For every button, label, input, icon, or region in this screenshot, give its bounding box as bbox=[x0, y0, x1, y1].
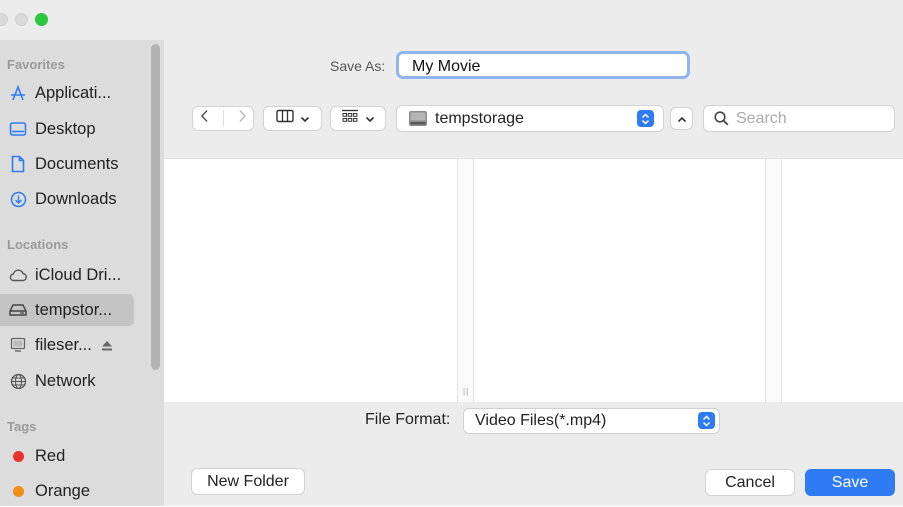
sidebar-item-label: Desktop bbox=[35, 119, 96, 138]
nav-divider bbox=[222, 110, 224, 127]
format-stepper-icon bbox=[698, 412, 715, 429]
sidebar-item-downloads[interactable]: Downloads bbox=[0, 183, 140, 215]
sidebar-item-label: iCloud Dri... bbox=[35, 265, 122, 284]
sidebar-item-label: Documents bbox=[35, 154, 119, 173]
file-format-label: File Format: bbox=[365, 411, 451, 428]
sidebar-tag-orange[interactable]: Orange bbox=[0, 475, 140, 507]
sidebar-item-label: fileser... bbox=[35, 335, 92, 354]
chevron-down-icon bbox=[300, 110, 310, 128]
red-tag-dot-icon bbox=[7, 450, 29, 462]
sidebar-item-label: Orange bbox=[35, 481, 91, 500]
sidebar-item-tempstorage[interactable]: tempstor... bbox=[0, 294, 134, 326]
save-as-field[interactable] bbox=[396, 51, 690, 79]
server-icon bbox=[7, 337, 29, 353]
sidebar-item-label: tempstor... bbox=[35, 300, 113, 319]
cancel-button[interactable]: Cancel bbox=[705, 469, 795, 496]
back-forward-buttons bbox=[192, 106, 254, 131]
locations-heading: Locations bbox=[7, 237, 69, 252]
search-field[interactable]: Search bbox=[703, 105, 895, 132]
downloads-icon bbox=[7, 191, 29, 208]
chevron-up-icon bbox=[677, 110, 687, 128]
file-browser[interactable]: || bbox=[164, 158, 903, 403]
back-chevron-icon[interactable] bbox=[200, 109, 210, 128]
drive-icon bbox=[7, 303, 29, 317]
sidebar-item-label: Network bbox=[35, 371, 96, 390]
location-stepper-icon bbox=[637, 110, 654, 127]
sidebar-item-fileserver[interactable]: fileser... bbox=[0, 329, 140, 361]
search-icon bbox=[714, 111, 729, 126]
sidebar-item-label: Downloads bbox=[35, 189, 117, 208]
group-grid-icon bbox=[341, 109, 359, 128]
search-placeholder: Search bbox=[736, 109, 787, 127]
file-format-value: Video Files(*.mp4) bbox=[475, 412, 607, 429]
orange-tag-dot-icon bbox=[7, 485, 29, 497]
zoom-window-button[interactable] bbox=[35, 13, 48, 26]
title-bar bbox=[0, 0, 903, 40]
group-button[interactable] bbox=[330, 106, 386, 131]
sidebar-tag-red[interactable]: Red bbox=[0, 440, 140, 472]
save-as-label: Save As: bbox=[330, 58, 386, 74]
forward-chevron-icon[interactable] bbox=[237, 109, 247, 128]
collapse-button[interactable] bbox=[670, 107, 693, 130]
columns-view-icon bbox=[275, 109, 294, 128]
resize-grip-icon: || bbox=[463, 387, 470, 396]
tags-heading: Tags bbox=[7, 419, 37, 434]
minimize-window-button[interactable] bbox=[15, 13, 28, 26]
save-button[interactable]: Save bbox=[805, 469, 895, 496]
sidebar-item-label: Applicati... bbox=[35, 83, 112, 102]
sidebar-scrollbar[interactable] bbox=[151, 44, 160, 370]
network-icon bbox=[7, 373, 29, 390]
sidebar-item-network[interactable]: Network bbox=[0, 365, 140, 397]
file-format-select[interactable]: Video Files(*.mp4) bbox=[463, 408, 720, 434]
location-label: tempstorage bbox=[435, 109, 524, 127]
location-popup[interactable]: tempstorage bbox=[396, 105, 664, 132]
documents-icon bbox=[7, 155, 29, 173]
chevron-down-icon bbox=[365, 110, 375, 128]
sidebar-item-label: Red bbox=[35, 446, 66, 465]
sidebar-item-applications[interactable]: Applicati... bbox=[0, 77, 140, 109]
column-resizer[interactable]: || bbox=[457, 159, 474, 402]
sidebar-item-desktop[interactable]: Desktop bbox=[0, 113, 140, 145]
drive-icon bbox=[408, 110, 428, 127]
icloud-icon bbox=[7, 268, 29, 282]
eject-icon[interactable] bbox=[101, 340, 113, 351]
column-resizer[interactable] bbox=[765, 159, 782, 402]
new-folder-button[interactable]: New Folder bbox=[191, 468, 305, 495]
close-window-button[interactable] bbox=[0, 13, 8, 26]
sidebar-item-documents[interactable]: Documents bbox=[0, 148, 140, 180]
sidebar-item-icloud[interactable]: iCloud Dri... bbox=[0, 259, 140, 291]
applications-icon bbox=[7, 84, 29, 102]
view-columns-button[interactable] bbox=[263, 106, 322, 131]
favorites-heading: Favorites bbox=[7, 57, 65, 72]
desktop-icon bbox=[7, 121, 29, 137]
